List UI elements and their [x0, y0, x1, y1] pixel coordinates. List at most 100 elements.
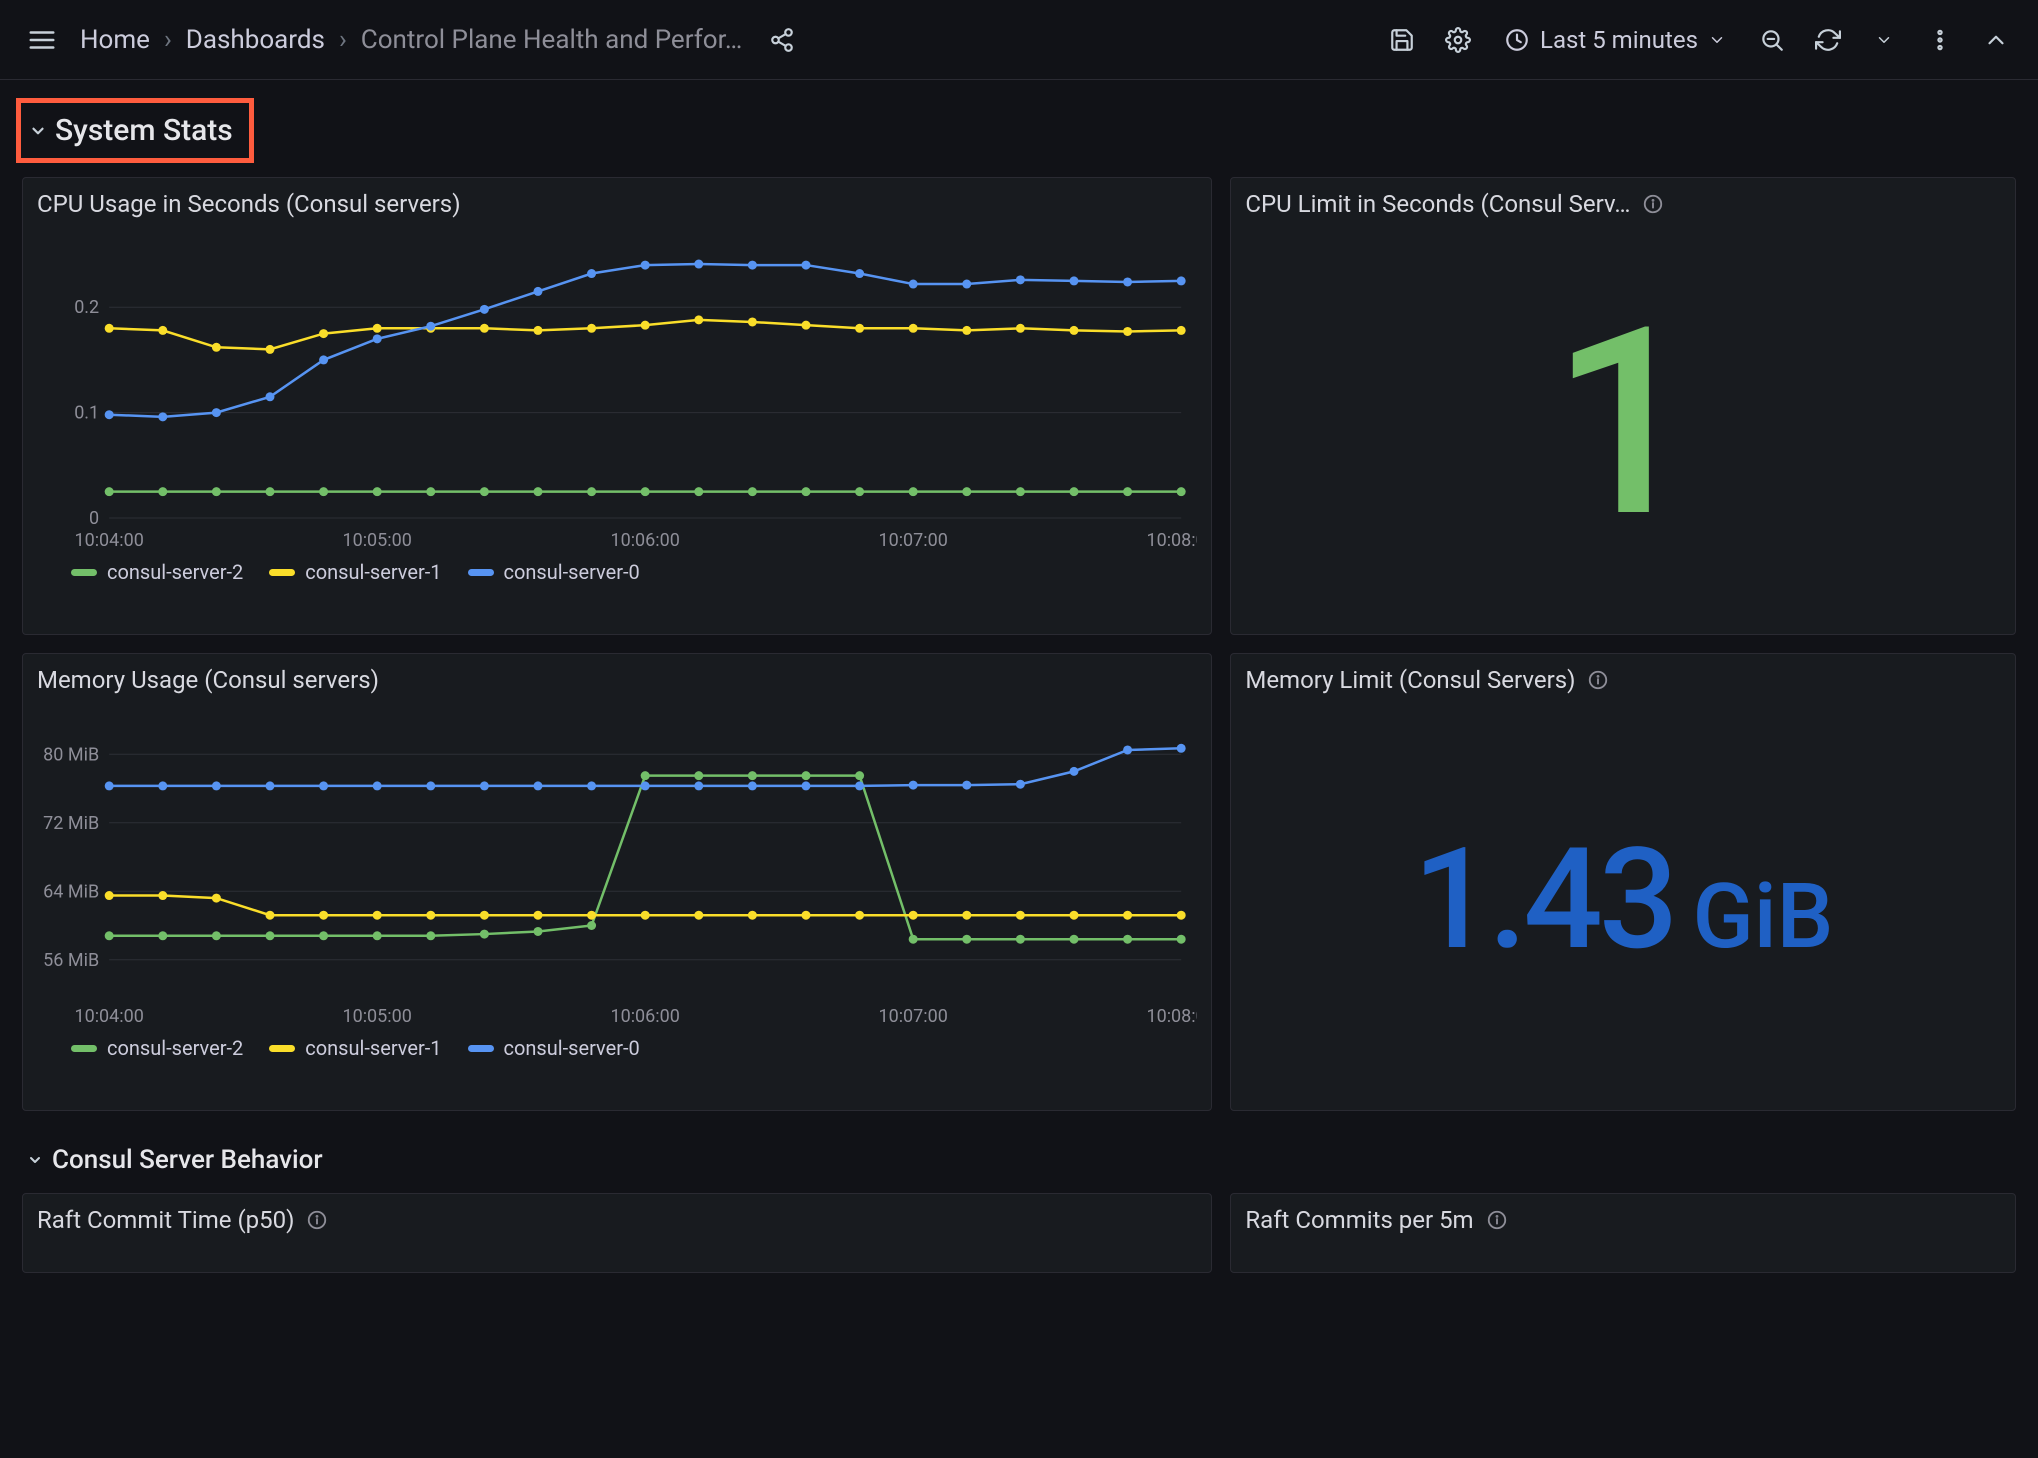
- svg-text:64 MiB: 64 MiB: [43, 881, 99, 902]
- panel-cpu-usage[interactable]: CPU Usage in Seconds (Consul servers) 0 0…: [22, 177, 1212, 635]
- legend-label: consul-server-1: [305, 1036, 441, 1060]
- stat-body: 1.43 GiB: [1245, 700, 2001, 1100]
- more-button[interactable]: [1916, 16, 1964, 64]
- share-icon: [769, 27, 795, 53]
- svg-text:10:04:00: 10:04:00: [74, 1006, 143, 1027]
- legend-label: consul-server-0: [504, 560, 640, 584]
- svg-text:10:07:00: 10:07:00: [878, 530, 947, 551]
- panel-row: CPU Usage in Seconds (Consul servers) 0 0…: [22, 177, 2016, 635]
- panel-mem-limit[interactable]: Memory Limit (Consul Servers) 1.43 GiB: [1230, 653, 2016, 1111]
- chevron-down-icon: [1708, 31, 1726, 49]
- zoom-out-icon: [1759, 27, 1785, 53]
- row-header-consul-behavior[interactable]: Consul Server Behavior: [22, 1129, 2016, 1193]
- zoom-out-button[interactable]: [1748, 16, 1796, 64]
- svg-text:10:08:00: 10:08:00: [1146, 1006, 1197, 1027]
- legend-swatch: [71, 1045, 97, 1052]
- collapse-button[interactable]: [1972, 16, 2020, 64]
- share-button[interactable]: [758, 16, 806, 64]
- breadcrumb-home[interactable]: Home: [80, 25, 150, 55]
- panel-title: CPU Usage in Seconds (Consul servers): [37, 190, 461, 218]
- legend-item[interactable]: consul-server-0: [468, 560, 640, 584]
- svg-text:0: 0: [89, 508, 99, 529]
- svg-text:10:04:00: 10:04:00: [74, 530, 143, 551]
- mem-usage-chart[interactable]: 56 MiB 64 MiB 72 MiB 80 MiB 10:04:00 10:05:00…: [37, 700, 1197, 1030]
- chevron-down-icon: [29, 122, 47, 140]
- stat-value: 1.43 GiB: [1413, 830, 1834, 970]
- svg-text:10:05:00: 10:05:00: [342, 1006, 411, 1027]
- legend-swatch: [468, 569, 494, 576]
- panel-info-button[interactable]: [1587, 669, 1609, 691]
- info-icon: [1587, 669, 1609, 691]
- hamburger-icon: [27, 25, 57, 55]
- svg-text:72 MiB: 72 MiB: [43, 813, 99, 834]
- panel-info-button[interactable]: [1486, 1209, 1508, 1231]
- chevron-down-icon: [1875, 31, 1893, 49]
- row-header-system-stats[interactable]: System Stats: [16, 98, 254, 163]
- legend-item[interactable]: consul-server-2: [71, 560, 243, 584]
- save-button[interactable]: [1378, 16, 1426, 64]
- legend-swatch: [269, 1045, 295, 1052]
- legend-label: consul-server-1: [305, 560, 441, 584]
- panel-title: Memory Usage (Consul servers): [37, 666, 379, 694]
- refresh-icon: [1815, 27, 1841, 53]
- breadcrumb-dashboards[interactable]: Dashboards: [186, 25, 325, 55]
- stat-value: 1: [1551, 294, 1695, 554]
- refresh-button[interactable]: [1804, 16, 1852, 64]
- svg-text:10:08:00: 10:08:00: [1146, 530, 1197, 551]
- svg-text:10:06:00: 10:06:00: [610, 1006, 679, 1027]
- cpu-usage-chart[interactable]: 00.10.210:04:0010:05:0010:06:0010:07:001…: [37, 224, 1197, 554]
- save-icon: [1389, 27, 1415, 53]
- topbar: Home › Dashboards › Control Plane Health…: [0, 0, 2038, 80]
- svg-text:10:07:00: 10:07:00: [878, 1006, 947, 1027]
- dashboard-content: System Stats CPU Usage in Seconds (Consu…: [0, 80, 2038, 1458]
- legend-swatch: [468, 1045, 494, 1052]
- legend-swatch: [269, 569, 295, 576]
- legend-item[interactable]: consul-server-1: [269, 560, 441, 584]
- panel-title: Raft Commits per 5m: [1245, 1206, 1473, 1234]
- settings-button[interactable]: [1434, 16, 1482, 64]
- more-vertical-icon: [1927, 27, 1953, 53]
- panel-raft-commit-time[interactable]: Raft Commit Time (p50): [22, 1193, 1212, 1273]
- legend-item[interactable]: consul-server-2: [71, 1036, 243, 1060]
- svg-text:0.2: 0.2: [74, 297, 99, 318]
- panel-row: Memory Usage (Consul servers) 56 MiB 64 M…: [22, 653, 2016, 1111]
- chart-legend: consul-server-2 consul-server-1 consul-s…: [37, 554, 1197, 586]
- chart-legend: consul-server-2 consul-server-1 consul-s…: [37, 1030, 1197, 1062]
- panel-title: Memory Limit (Consul Servers): [1245, 666, 1575, 694]
- info-icon: [306, 1209, 328, 1231]
- panel-info-button[interactable]: [1642, 193, 1664, 215]
- panel-raft-commits-5m[interactable]: Raft Commits per 5m: [1230, 1193, 2016, 1273]
- time-range-picker[interactable]: Last 5 minutes: [1490, 16, 1740, 64]
- legend-label: consul-server-2: [107, 1036, 243, 1060]
- clock-icon: [1504, 27, 1530, 53]
- legend-swatch: [71, 569, 97, 576]
- row-title: System Stats: [55, 113, 233, 148]
- panel-cpu-limit[interactable]: CPU Limit in Seconds (Consul Serv… 1: [1230, 177, 2016, 635]
- info-icon: [1486, 1209, 1508, 1231]
- stat-body: 1: [1245, 224, 2001, 624]
- breadcrumb-current: Control Plane Health and Perfor…: [361, 25, 742, 55]
- breadcrumb: Home › Dashboards › Control Plane Health…: [80, 25, 742, 55]
- svg-text:10:06:00: 10:06:00: [610, 530, 679, 551]
- refresh-interval-button[interactable]: [1860, 16, 1908, 64]
- legend-item[interactable]: consul-server-0: [468, 1036, 640, 1060]
- row-title: Consul Server Behavior: [52, 1145, 323, 1175]
- time-range-label: Last 5 minutes: [1540, 26, 1698, 54]
- svg-text:56 MiB: 56 MiB: [43, 950, 99, 971]
- panel-title: Raft Commit Time (p50): [37, 1206, 294, 1234]
- stat-number: 1.43: [1413, 830, 1675, 970]
- legend-label: consul-server-0: [504, 1036, 640, 1060]
- panel-title: CPU Limit in Seconds (Consul Serv…: [1245, 190, 1630, 218]
- menu-button[interactable]: [18, 16, 66, 64]
- svg-text:80 MiB: 80 MiB: [43, 744, 99, 765]
- info-icon: [1642, 193, 1664, 215]
- panel-row: Raft Commit Time (p50) Raft Commits per …: [22, 1193, 2016, 1273]
- breadcrumb-separator: ›: [164, 25, 172, 55]
- breadcrumb-separator: ›: [339, 25, 347, 55]
- legend-item[interactable]: consul-server-1: [269, 1036, 441, 1060]
- panel-info-button[interactable]: [306, 1209, 328, 1231]
- gear-icon: [1445, 27, 1471, 53]
- panel-mem-usage[interactable]: Memory Usage (Consul servers) 56 MiB 64 M…: [22, 653, 1212, 1111]
- chevron-down-icon: [26, 1151, 44, 1169]
- stat-unit: GiB: [1692, 872, 1833, 962]
